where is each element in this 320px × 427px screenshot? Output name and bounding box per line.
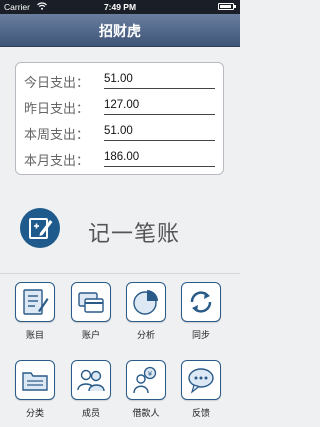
grid-item-label: 分类 [25,409,44,419]
battery-icon [218,3,236,10]
grid-item-label: 借款人 [132,409,160,419]
grid-item-label: 同步 [191,331,210,341]
summary-label: 本周支出： [24,128,90,143]
members-icon [71,360,111,400]
status-bar: Carrier 7:49 PM [0,0,240,14]
grid-item-label: 账目 [25,331,44,341]
pie-chart-icon [126,282,166,322]
nav-bar: 招财虎 [0,14,240,47]
expense-summary-card: 今日支出： 51.00 昨日支出： 127.00 本周支出： 51.00 本月支… [15,62,224,175]
grid-item-label: 反馈 [191,409,210,419]
page-title: 招财虎 [99,24,141,40]
grid-item-accounts[interactable]: 账户 [69,282,113,344]
summary-row-week: 本周支出： 51.00 [24,121,215,143]
quick-record-button[interactable]: 记一笔账 [20,208,220,252]
svg-text:¥: ¥ [148,370,153,378]
summary-value: 127.00 [104,96,215,115]
clock: 7:49 PM [103,2,137,12]
divider [0,273,240,274]
grid-item-label: 账户 [81,331,100,341]
edit-note-icon [20,208,60,248]
summary-row-yesterday: 昨日支出： 127.00 [24,95,215,117]
summary-value: 186.00 [104,148,215,167]
summary-row-month: 本月支出： 186.00 [24,147,215,169]
feedback-icon [181,360,221,400]
summary-label: 今日支出： [24,76,90,91]
summary-label: 本月支出： [24,154,90,169]
grid-item-ledger[interactable]: 账目 [13,282,57,344]
summary-value: 51.00 [104,122,215,141]
sync-icon [181,282,221,322]
borrower-icon: ¥ [126,360,166,400]
grid-item-feedback[interactable]: 反馈 [179,360,223,422]
folder-icon [15,360,55,400]
grid-item-label: 成员 [81,409,100,419]
grid-item-analysis[interactable]: 分析 [124,282,168,344]
summary-value: 51.00 [104,70,215,89]
grid-item-categories[interactable]: 分类 [13,360,57,422]
grid-item-sync[interactable]: 同步 [179,282,223,344]
cards-icon [71,282,111,322]
summary-label: 昨日支出： [24,102,90,117]
summary-row-today: 今日支出： 51.00 [24,69,215,91]
ledger-icon [15,282,55,322]
grid-item-label: 分析 [136,331,155,341]
grid-item-borrowers[interactable]: ¥ 借款人 [124,360,168,422]
quick-record-label: 记一笔账 [88,222,181,247]
grid-item-members[interactable]: 成员 [69,360,113,422]
